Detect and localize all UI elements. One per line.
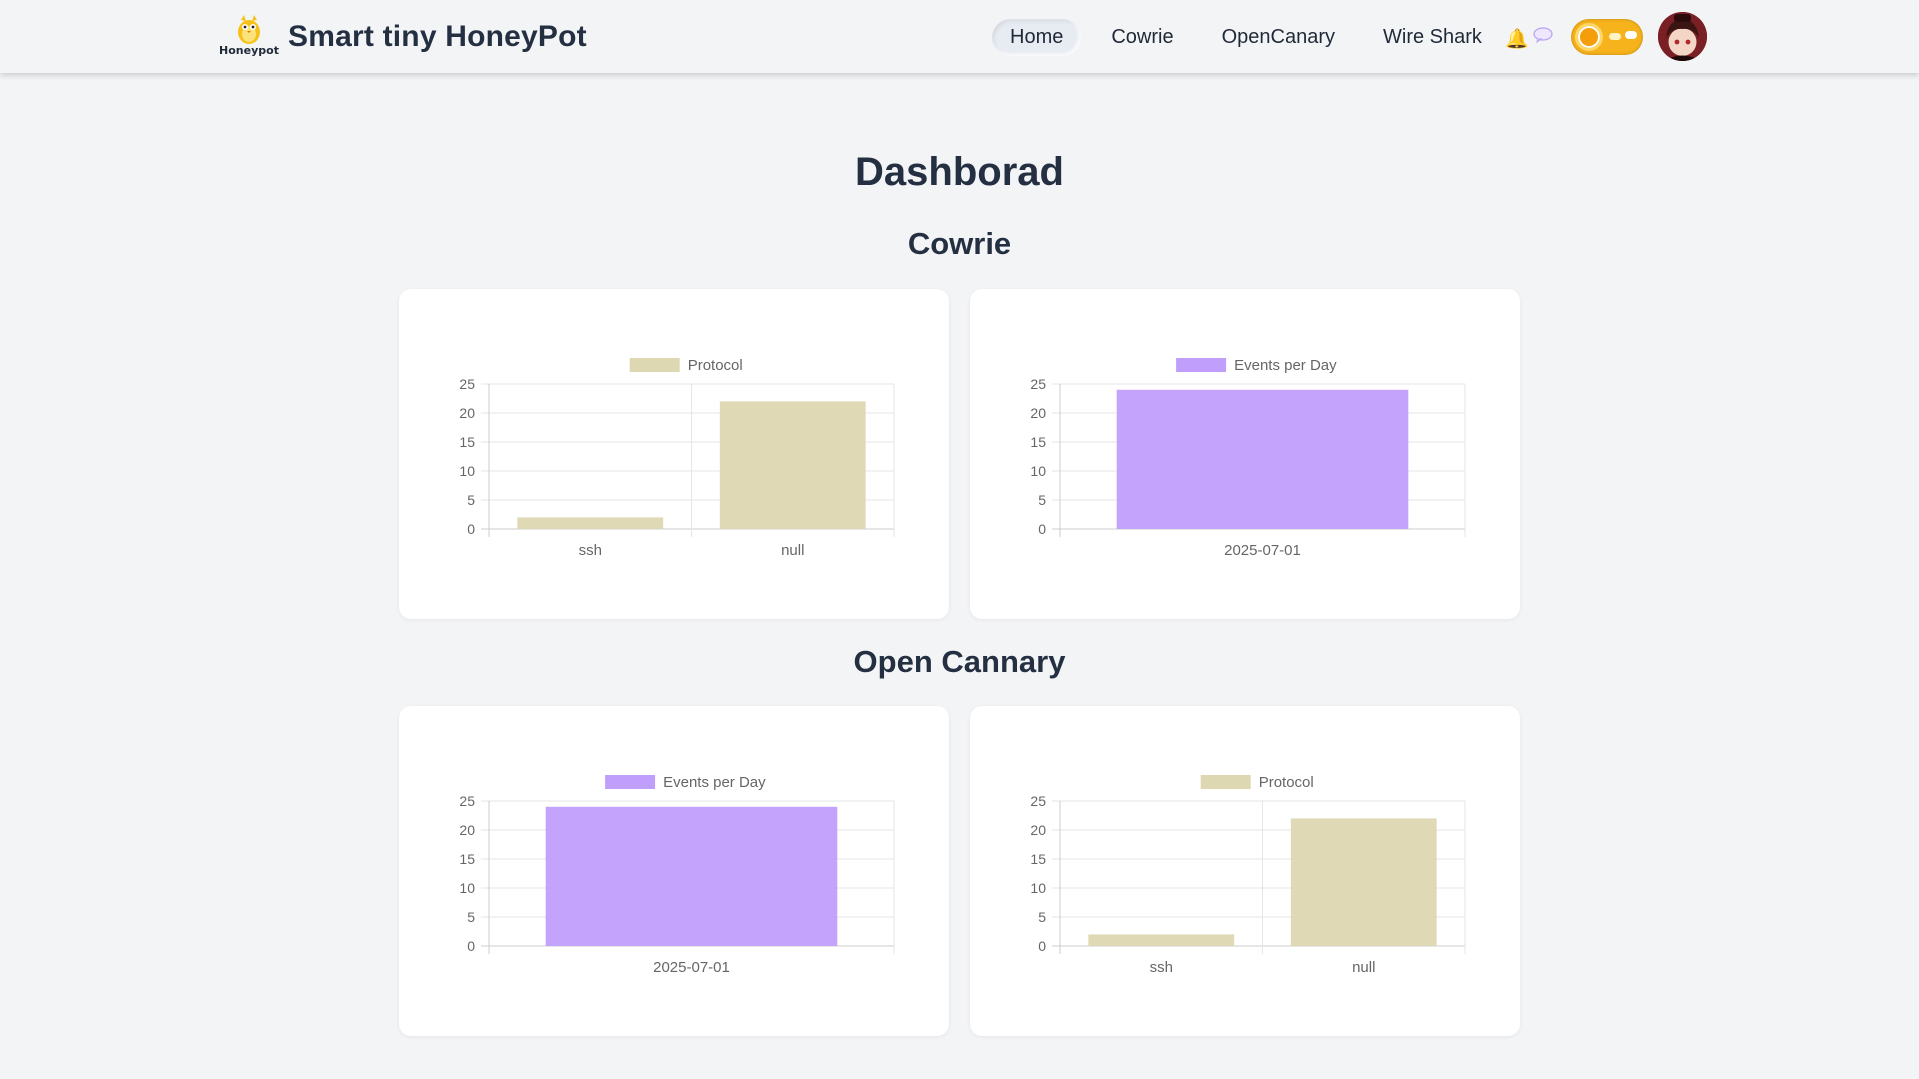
x-tick-label: 2025-07-01 [1224, 542, 1301, 559]
y-tick-label: 0 [1038, 938, 1046, 954]
y-tick-label: 10 [1030, 880, 1046, 896]
y-tick-label: 10 [1030, 463, 1046, 479]
brand[interactable]: Honeypot Smart tiny HoneyPot [219, 10, 587, 64]
x-tick-label: null [781, 542, 804, 559]
y-tick-label: 20 [1030, 822, 1046, 838]
legend-swatch[interactable] [629, 358, 680, 372]
bell-icon[interactable]: 🔔 [1505, 27, 1529, 51]
nav-wireshark[interactable]: Wire Shark [1365, 19, 1500, 56]
opencanary-events-chart: Events per Day 0 5 10 15 20 25 2025-07-01 [459, 774, 895, 976]
nav-home[interactable]: Home [992, 18, 1082, 56]
bar[interactable] [719, 401, 866, 529]
section-title-cowrie: Cowrie [907, 226, 1012, 261]
logo-text: Honeypot [219, 44, 279, 57]
y-tick-label: 5 [1038, 492, 1046, 508]
honeypot-logo[interactable]: Honeypot [219, 10, 279, 64]
y-tick-label: 20 [459, 405, 475, 421]
app-title[interactable]: Smart tiny HoneyPot [288, 20, 587, 54]
y-tick-label: 20 [459, 822, 475, 838]
legend-label[interactable]: Events per Day [1234, 357, 1337, 374]
chart-card: Protocol 0 5 10 15 20 25 ssh null [399, 289, 949, 619]
x-tick-label: ssh [1150, 959, 1173, 976]
user-avatar[interactable] [1658, 12, 1707, 61]
bar[interactable] [545, 806, 838, 946]
main-nav: Home Cowrie OpenCanary Wire Shark [992, 18, 1512, 56]
y-tick-label: 5 [467, 909, 475, 925]
legend-swatch[interactable] [1176, 358, 1227, 372]
chart-card: Protocol 0 5 10 15 20 25 ssh null [970, 706, 1520, 1036]
y-tick-label: 5 [467, 492, 475, 508]
y-tick-label: 15 [459, 434, 475, 450]
cowrie-protocol-chart: Protocol 0 5 10 15 20 25 ssh null [459, 357, 895, 559]
sun-icon [1575, 23, 1603, 51]
y-tick-label: 15 [1030, 434, 1046, 450]
legend-label[interactable]: Protocol [688, 357, 743, 374]
y-tick-label: 5 [1038, 909, 1046, 925]
page-title: Dashborad [855, 150, 1064, 194]
bee-icon [238, 15, 260, 44]
legend-label[interactable]: Events per Day [663, 774, 766, 791]
bar[interactable] [1116, 389, 1409, 529]
chat-icon[interactable] [1533, 27, 1553, 48]
nav-opencanary[interactable]: OpenCanary [1204, 19, 1353, 56]
y-tick-label: 0 [1038, 521, 1046, 537]
legend-label[interactable]: Protocol [1259, 774, 1314, 791]
chart-card: Events per Day 0 5 10 15 20 25 2025-07-01 [399, 706, 949, 1036]
x-tick-label: ssh [579, 542, 602, 559]
opencanary-protocol-chart: Protocol 0 5 10 15 20 25 ssh null [1030, 774, 1466, 976]
bar[interactable] [517, 517, 664, 529]
y-tick-label: 25 [1030, 376, 1046, 392]
cowrie-events-chart: Events per Day 0 5 10 15 20 25 2025-07-01 [1030, 357, 1466, 559]
x-tick-label: 2025-07-01 [653, 959, 730, 976]
chart-card: Events per Day 0 5 10 15 20 25 2025-07-01 [970, 289, 1520, 619]
x-tick-label: null [1352, 959, 1375, 976]
y-tick-label: 25 [1030, 793, 1046, 809]
y-tick-label: 10 [459, 463, 475, 479]
y-tick-label: 0 [467, 938, 475, 954]
y-tick-label: 10 [459, 880, 475, 896]
top-navbar: Honeypot Smart tiny HoneyPot Home Cowrie… [0, 0, 1919, 73]
nav-cowrie[interactable]: Cowrie [1093, 19, 1191, 56]
y-tick-label: 20 [1030, 405, 1046, 421]
legend-swatch[interactable] [605, 775, 656, 789]
y-tick-label: 25 [459, 376, 475, 392]
legend-swatch[interactable] [1200, 775, 1251, 789]
bar[interactable] [1088, 934, 1235, 946]
cloud-icon [1625, 31, 1637, 39]
y-tick-label: 25 [459, 793, 475, 809]
y-tick-label: 0 [467, 521, 475, 537]
bar[interactable] [1290, 818, 1437, 946]
y-tick-label: 15 [459, 851, 475, 867]
y-tick-label: 15 [1030, 851, 1046, 867]
section-title-opencanary: Open Cannary [853, 644, 1066, 679]
theme-toggle[interactable] [1571, 19, 1643, 55]
cloud-icon [1609, 33, 1621, 40]
